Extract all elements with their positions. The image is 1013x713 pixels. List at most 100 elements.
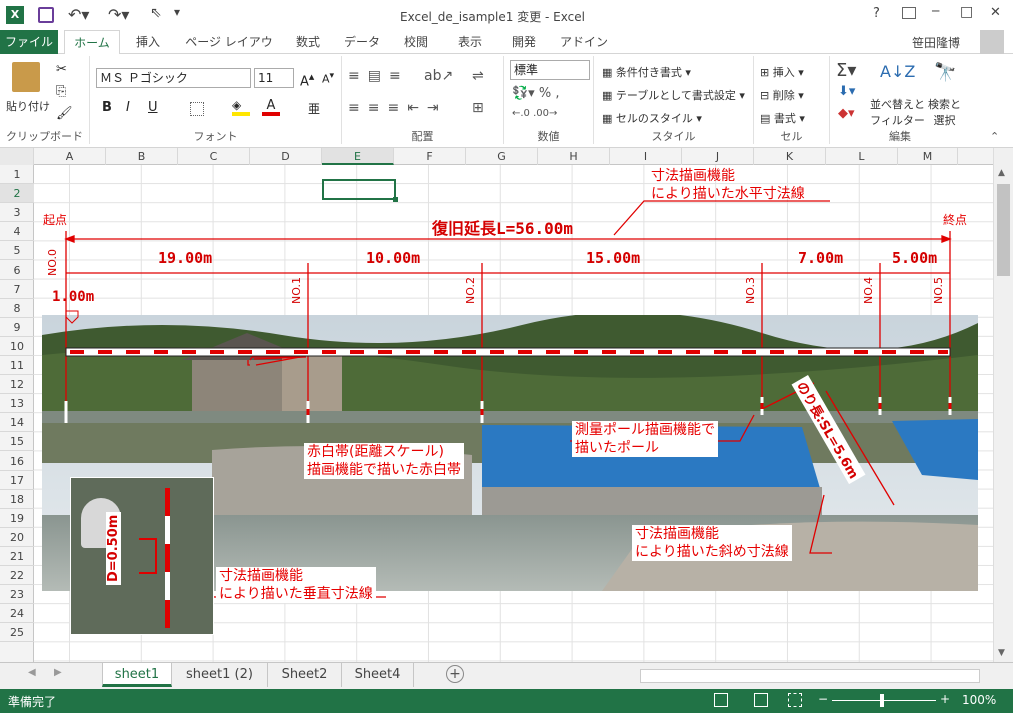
sheet-tab-2[interactable]: sheet1 (2) bbox=[172, 663, 268, 687]
conditional-format-button[interactable]: ▦ 条件付き書式 ▾ bbox=[602, 64, 691, 80]
sheet-tab-4[interactable]: Sheet4 bbox=[342, 663, 414, 687]
undo-icon[interactable]: ↶▾ bbox=[68, 5, 89, 24]
row-header-17[interactable]: 17 bbox=[0, 471, 34, 490]
row-header-22[interactable]: 22 bbox=[0, 566, 34, 586]
pointer-icon[interactable]: ⇖ bbox=[150, 5, 162, 21]
sort-filter-icon[interactable]: A↓Z bbox=[880, 62, 915, 81]
row-header-8[interactable]: 8 bbox=[0, 299, 34, 318]
zoom-thumb[interactable] bbox=[880, 694, 884, 707]
row-header-9[interactable]: 9 bbox=[0, 318, 34, 337]
row-header-2[interactable]: 2 bbox=[0, 184, 34, 204]
format-cells-button[interactable]: ▤ 書式 ▾ bbox=[760, 110, 805, 126]
row-header-13[interactable]: 13 bbox=[0, 394, 34, 414]
scroll-down-icon[interactable]: ▼ bbox=[998, 648, 1005, 658]
add-sheet-icon[interactable]: + bbox=[446, 665, 464, 683]
avatar[interactable] bbox=[980, 30, 1004, 54]
find-select-icon[interactable]: 🔭 bbox=[934, 62, 956, 83]
row-header-25[interactable]: 25 bbox=[0, 623, 34, 643]
column-header-k[interactable]: K bbox=[754, 148, 826, 165]
fill-color-icon[interactable]: ◈ bbox=[232, 98, 250, 116]
cut-icon[interactable]: ✂ bbox=[56, 62, 67, 77]
row-header-11[interactable]: 11 bbox=[0, 356, 34, 375]
paste-icon[interactable] bbox=[12, 62, 40, 92]
paste-button[interactable]: 貼り付け bbox=[6, 98, 50, 114]
tab-view[interactable]: 表示 bbox=[450, 30, 490, 54]
zoom-slider[interactable] bbox=[832, 700, 936, 701]
phonetic-icon[interactable]: 亜 bbox=[308, 100, 320, 117]
clear-icon[interactable]: ◆▾ bbox=[838, 106, 855, 121]
sort-filter-button[interactable]: 並べ替えと フィルター bbox=[870, 96, 925, 128]
save-icon[interactable] bbox=[38, 7, 54, 23]
row-header-12[interactable]: 12 bbox=[0, 375, 34, 395]
normal-view-icon[interactable] bbox=[714, 693, 728, 707]
bold-button[interactable]: B bbox=[102, 100, 112, 115]
page-layout-view-icon[interactable] bbox=[754, 693, 768, 707]
insert-cells-button[interactable]: ⊞ 挿入 ▾ bbox=[760, 64, 804, 80]
column-header-a[interactable]: A bbox=[34, 148, 106, 165]
scroll-thumb[interactable] bbox=[997, 184, 1010, 276]
column-header-m[interactable]: M bbox=[898, 148, 958, 165]
collapse-ribbon-icon[interactable]: ⌃ bbox=[990, 130, 999, 143]
row-header-10[interactable]: 10 bbox=[0, 337, 34, 356]
fill-icon[interactable]: ⬇▾ bbox=[838, 84, 855, 99]
cell-styles-button[interactable]: ▦ セルのスタイル ▾ bbox=[602, 110, 702, 126]
wrap-text-icon[interactable]: ⇌ bbox=[472, 68, 484, 84]
font-size-select[interactable]: 11 bbox=[254, 68, 294, 88]
row-header-4[interactable]: 4 bbox=[0, 222, 34, 242]
row-header-20[interactable]: 20 bbox=[0, 528, 34, 547]
tab-formulas[interactable]: 数式 bbox=[288, 30, 328, 54]
tab-developer[interactable]: 開発 bbox=[504, 30, 544, 54]
vertical-align-icons[interactable]: ≡▤≡ bbox=[348, 68, 409, 84]
row-header-14[interactable]: 14 bbox=[0, 413, 34, 433]
maximize-button[interactable]: □ bbox=[960, 4, 973, 20]
sheet-tab-3[interactable]: Sheet2 bbox=[268, 663, 342, 687]
row-header-5[interactable]: 5 bbox=[0, 241, 34, 261]
font-color-icon[interactable]: A bbox=[262, 98, 280, 116]
select-all-corner[interactable] bbox=[0, 148, 34, 165]
worksheet-grid[interactable]: 起点 終点 復旧延長L=56.00m 19.00m 10.00m 15.00m … bbox=[34, 165, 993, 662]
underline-button[interactable]: U bbox=[148, 100, 158, 115]
close-button[interactable]: ✕ bbox=[990, 5, 1001, 20]
sheet-tab-1[interactable]: sheet1 bbox=[102, 663, 172, 687]
column-header-l[interactable]: L bbox=[826, 148, 898, 165]
column-header-i[interactable]: I bbox=[610, 148, 682, 165]
border-icon[interactable] bbox=[190, 102, 204, 116]
format-painter-icon[interactable]: 🖌 bbox=[56, 106, 73, 121]
copy-icon[interactable]: ⎘ bbox=[56, 84, 66, 99]
help-button[interactable]: ? bbox=[873, 6, 880, 21]
row-header-19[interactable]: 19 bbox=[0, 509, 34, 528]
tab-page-layout[interactable]: ページ レイアウト bbox=[180, 30, 278, 73]
horizontal-scrollbar[interactable] bbox=[640, 669, 980, 683]
merge-center-icon[interactable]: ⊞ bbox=[472, 100, 484, 116]
user-name[interactable]: 笹田隆博 bbox=[912, 34, 960, 51]
row-header-18[interactable]: 18 bbox=[0, 490, 34, 509]
zoom-out-icon[interactable]: − bbox=[818, 692, 828, 706]
minimize-button[interactable]: ─ bbox=[932, 4, 939, 18]
horizontal-align-icons[interactable]: ≡≡≡⇤⇥ bbox=[348, 100, 447, 116]
scroll-up-icon[interactable]: ▲ bbox=[998, 168, 1005, 178]
zoom-in-icon[interactable]: + bbox=[940, 692, 950, 706]
row-header-7[interactable]: 7 bbox=[0, 280, 34, 299]
tab-file[interactable]: ファイル bbox=[0, 30, 58, 54]
column-header-h[interactable]: H bbox=[538, 148, 610, 165]
zoom-level[interactable]: 100% bbox=[962, 693, 996, 707]
autosum-icon[interactable]: Σ▾ bbox=[836, 60, 856, 81]
row-header-15[interactable]: 15 bbox=[0, 432, 34, 452]
ribbon-display-icon[interactable] bbox=[902, 7, 916, 19]
column-header-d[interactable]: D bbox=[250, 148, 322, 165]
column-header-g[interactable]: G bbox=[466, 148, 538, 165]
font-name-select[interactable]: ＭＳ Ｐゴシック bbox=[96, 68, 251, 88]
find-select-button[interactable]: 検索と 選択 bbox=[928, 96, 961, 128]
font-shrink-icon[interactable]: A▾ bbox=[322, 70, 334, 86]
customize-qat-icon[interactable]: ▾ bbox=[174, 5, 180, 19]
redo-icon[interactable]: ↷▾ bbox=[108, 5, 129, 24]
number-format-select[interactable]: 標準 bbox=[510, 60, 590, 80]
decimal-icons[interactable]: ←.0 .00→ bbox=[512, 108, 557, 119]
format-as-table-button[interactable]: ▦ テーブルとして書式設定 ▾ bbox=[602, 87, 745, 103]
tab-insert[interactable]: 挿入 bbox=[128, 30, 168, 54]
font-grow-icon[interactable]: A▴ bbox=[300, 70, 314, 89]
row-header-24[interactable]: 24 bbox=[0, 604, 34, 624]
row-header-16[interactable]: 16 bbox=[0, 452, 34, 471]
tab-addins[interactable]: アドイン bbox=[556, 30, 612, 54]
tab-home[interactable]: ホーム bbox=[64, 30, 120, 55]
